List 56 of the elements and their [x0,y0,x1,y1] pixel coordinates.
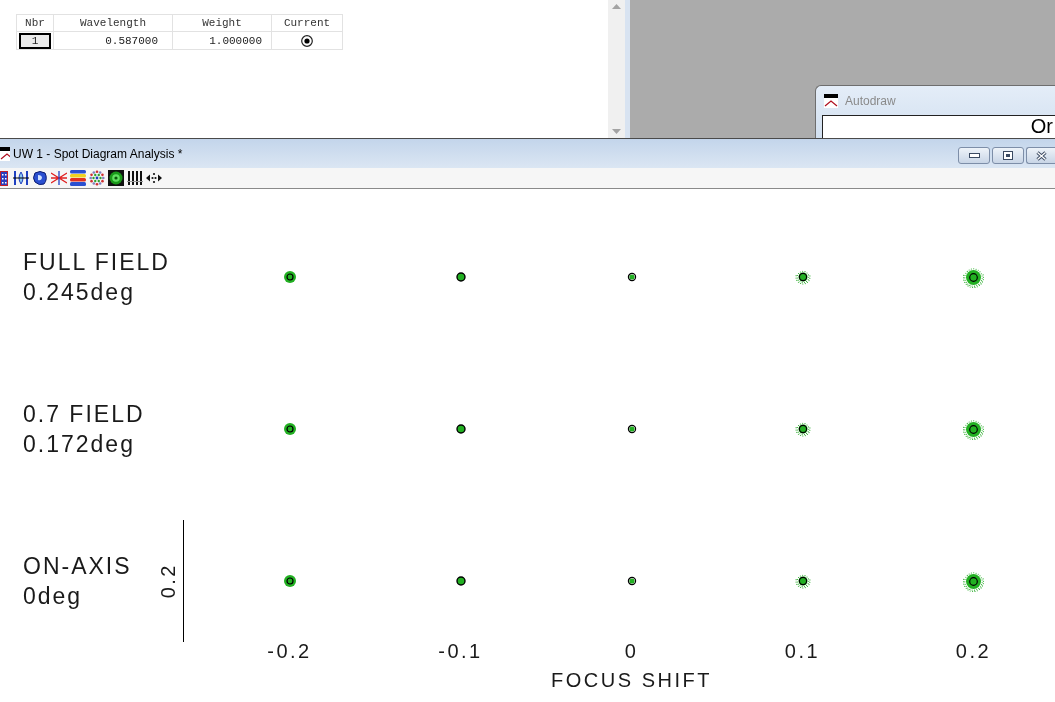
window-title: UW 1 - Spot Diagram Analysis * [13,146,183,161]
tick-label: 0.2 [955,642,992,660]
close-icon [1035,150,1047,161]
row-header[interactable]: 1 [19,32,51,49]
column-header: Current [271,14,343,32]
column-header: Nbr [16,14,54,32]
radio-button[interactable] [301,34,313,47]
tick-label: -0.1 [438,642,483,660]
window-title: Autodraw [845,93,896,108]
maximize-icon [1003,151,1013,160]
close-button[interactable] [1026,147,1055,164]
column-header: Wavelength [53,14,173,32]
spot-icon [626,576,637,586]
minimize-button[interactable] [958,147,990,164]
tick-label: -0.2 [267,642,312,660]
axis-title: FOCUS SHIFT [551,669,712,691]
spot-icon [962,265,985,289]
field-label: 0.7 FIELD [23,400,145,429]
spot-icon [282,422,297,436]
blob-icon[interactable] [32,170,48,186]
field-angle: 0.245deg [23,278,135,307]
spot-icon [455,272,466,282]
spot-icon [962,569,985,593]
spot-icon [282,270,297,284]
crossed-rays-icon[interactable] [51,170,67,186]
dotted-square-icon[interactable] [0,170,8,186]
table-cell: 1.000000 [172,31,272,50]
scale-label: 0.2 [159,563,177,599]
spot-icon [455,576,466,586]
table-cell: 0.587000 [53,31,173,50]
arrows-icon[interactable] [146,170,162,186]
field-label: FULL FIELD [23,248,170,277]
bars-icon[interactable] [127,170,143,186]
field-angle: 0deg [23,582,83,611]
lens-icon[interactable] [13,170,29,186]
tick-label: 0.1 [784,642,821,660]
drawing-text: Or [1030,116,1054,137]
spot-icon [626,424,637,434]
target-icon[interactable] [108,170,124,186]
spot-icon [794,269,811,285]
spot-icon [794,421,811,437]
column-header: Weight [172,14,272,32]
spot-icon [794,573,811,589]
spot-icon [962,417,985,441]
tick-label: 0 [624,642,639,660]
field-label: ON-AXIS [23,552,132,581]
minimize-icon [968,153,980,158]
spot-icon [282,574,297,588]
field-angle: 0.172deg [23,430,135,459]
spot-icon [455,424,466,434]
curve-icon [0,146,10,161]
spot-icon [626,272,637,282]
striped-bands-icon[interactable] [70,170,86,186]
curve-icon [824,93,838,108]
dotted-disc-icon[interactable] [89,170,105,186]
maximize-button[interactable] [992,147,1024,164]
